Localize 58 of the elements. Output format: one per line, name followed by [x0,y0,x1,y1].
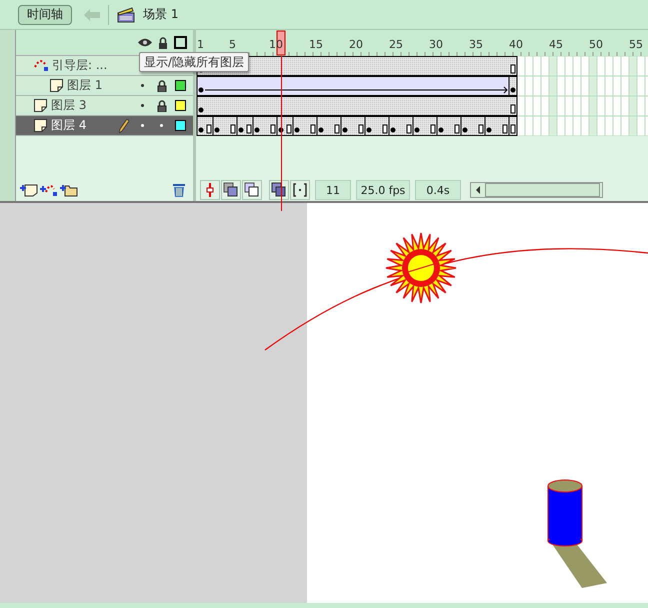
layer-row[interactable]: 图层 3 [16,96,193,116]
guide-layer-icon [34,59,48,72]
layer-name[interactable]: 图层 1 [67,77,102,94]
add-folder-icon[interactable] [60,183,78,197]
frame-number: 45 [549,38,563,51]
lock-icon[interactable] [158,36,168,48]
frame-number: 15 [309,38,323,51]
layer-icon [50,79,63,92]
frame-number: 1 [197,38,204,51]
scroll-left-icon[interactable] [476,186,480,194]
lock-icon[interactable] [156,80,166,92]
layer-row[interactable]: 图层 4 [16,116,193,136]
layer-color-swatch[interactable] [175,120,186,131]
layer-color-swatch[interactable] [175,100,186,111]
clapperboard-icon [117,6,135,22]
edit-multiple-frames-icon[interactable] [269,180,289,200]
frame-number: 55 [629,38,643,51]
frame-number: 30 [429,38,443,51]
add-guide-layer-icon[interactable] [40,183,58,197]
frame-number: 25 [389,38,403,51]
frame-span[interactable] [196,56,518,76]
horizontal-scrollbar[interactable] [470,182,603,198]
onion-outline-icon[interactable] [242,180,262,200]
layer-icon [34,119,47,132]
add-layer-icon[interactable] [20,183,38,197]
frame-number: 50 [589,38,603,51]
frame-span[interactable] [196,96,518,116]
frame-number: 20 [349,38,363,51]
scroll-thumb[interactable] [485,183,600,197]
eye-icon[interactable] [138,38,152,47]
motion-tween-span[interactable] [196,76,518,96]
frame-number: 40 [509,38,523,51]
tooltip: 显示/隐藏所有图层 [139,52,250,72]
layer-name[interactable]: 图层 4 [51,117,86,134]
onion-skin-icon[interactable] [221,180,241,200]
elapsed-time-field: 0.4s [415,180,461,200]
current-frame-field[interactable]: 11 [315,180,351,200]
onion-markers-icon[interactable] [290,180,310,200]
frame-number: 35 [469,38,483,51]
visible-dot-icon[interactable] [141,104,144,107]
center-frame-icon[interactable] [200,180,220,200]
timeline-button[interactable]: 时间轴 [18,4,72,24]
lock-icon[interactable] [156,100,166,112]
layer-name[interactable]: 图层 3 [51,97,86,114]
layer-row[interactable]: 图层 1 [16,76,193,96]
unlocked-dot-icon[interactable] [160,124,163,127]
trash-icon[interactable] [173,183,185,197]
keyframe-span[interactable] [196,116,518,136]
layer-color-swatch[interactable] [175,80,186,91]
layer-name[interactable]: 引导层: ... [52,57,108,74]
frame-rate-field[interactable]: 25.0 fps [356,180,410,200]
visible-dot-icon[interactable] [141,124,144,127]
layer-icon [34,99,47,112]
visible-dot-icon[interactable] [141,84,144,87]
frame-number: 5 [229,38,236,51]
scene-name[interactable]: 场景 1 [143,6,178,23]
outline-icon[interactable] [174,36,187,49]
sun-drawing [385,232,457,304]
